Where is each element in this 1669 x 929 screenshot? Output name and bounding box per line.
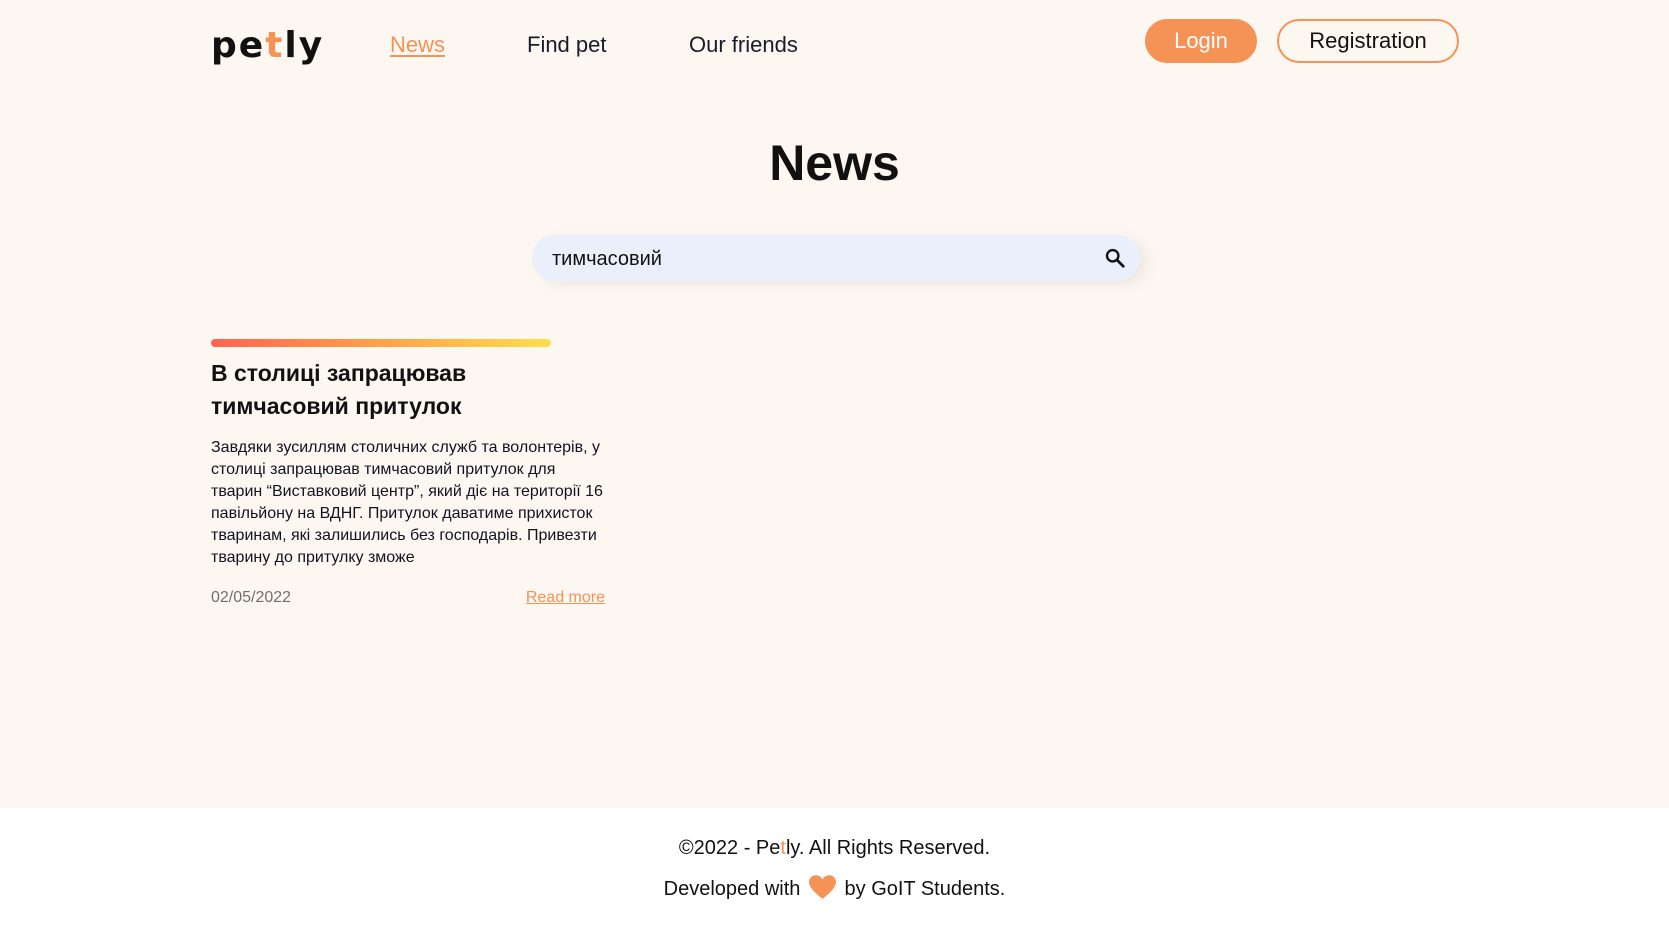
nav-link-find-pet[interactable]: Find pet [527,30,607,60]
news-card-text: Завдяки зусиллям столичних служб та воло… [211,439,603,566]
footer: ©2022 - Petly. All Rights Reserved. Deve… [0,808,1669,929]
news-card-footer: 02/05/2022 Read more [211,587,605,611]
footer-developed-prefix: Developed with [663,878,801,900]
logo[interactable]: petly [211,22,324,70]
logo-part-1: pe [211,25,266,66]
nav-link-news[interactable]: News [390,30,445,60]
news-card-title: В столиці запрацював тимчасовий притулок [211,360,467,419]
news-card: В столиці запрацював тимчасовий притулок… [211,339,605,611]
read-more-link[interactable]: Read more [526,587,605,609]
search-icon[interactable] [1104,247,1126,269]
page-title: News [769,135,900,191]
nav-link-our-friends[interactable]: Our friends [689,30,798,60]
search-input[interactable] [550,235,1094,283]
footer-developed-suffix: by GoIT Students. [844,878,1006,900]
footer-developed: Developed with by GoIT Students. [0,875,1669,903]
logo-accent: t [265,25,285,66]
news-card-gradient-bar [211,339,551,347]
news-card-date: 02/05/2022 [211,589,292,606]
heart-icon [808,875,836,899]
page: petly News Find pet Our friends Login Re… [0,0,1669,929]
footer-copyright: ©2022 - Petly. All Rights Reserved. [0,834,1669,862]
footer-copyright-suffix: ly. All Rights Reserved. [785,837,991,859]
logo-part-2: ly [284,25,325,66]
search-bar [532,235,1140,283]
footer-copyright-prefix: ©2022 - Pe [678,837,781,859]
registration-button[interactable]: Registration [1277,19,1459,63]
main-area: petly News Find pet Our friends Login Re… [0,0,1669,808]
login-button[interactable]: Login [1145,19,1257,63]
